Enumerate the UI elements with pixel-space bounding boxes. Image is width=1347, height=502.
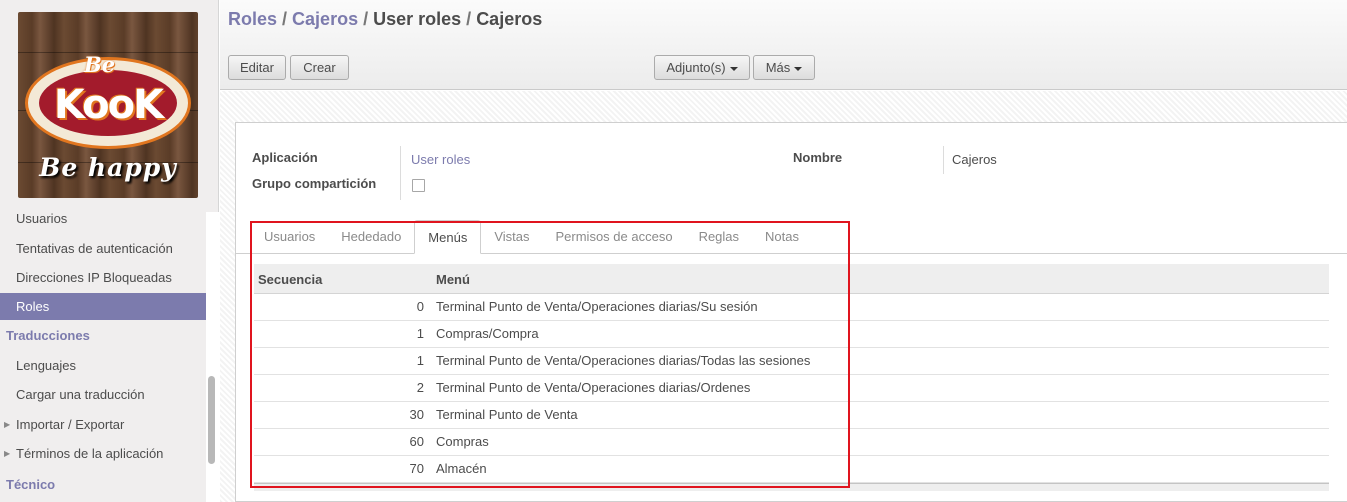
cell-sequence: 1 <box>416 326 424 341</box>
breadcrumb-separator: / <box>363 9 369 29</box>
caret-down-icon <box>729 66 738 71</box>
cell-sequence: 0 <box>416 299 424 314</box>
notebook-tabs: Usuarios Hededado Menús Vistas Permisos … <box>251 220 812 254</box>
sidebar-item-users[interactable]: Usuarios <box>0 204 206 234</box>
create-button[interactable]: Crear <box>290 55 349 80</box>
attachments-dropdown-button[interactable]: Adjunto(s) <box>654 55 750 80</box>
table-row[interactable]: 1 Terminal Punto de Venta/Operaciones di… <box>254 348 1329 375</box>
cell-sequence: 30 <box>409 407 424 422</box>
name-value: Cajeros <box>952 152 997 167</box>
main-content: Roles / Cajeros / User roles / Cajeros Editar … <box>220 0 1347 502</box>
table-row[interactable]: 2 Terminal Punto de Venta/Operaciones di… <box>254 375 1329 402</box>
table-row[interactable]: 30 Terminal Punto de Venta <box>254 402 1329 429</box>
cell-menu: Terminal Punto de Venta/Operaciones diar… <box>436 299 758 314</box>
sidebar-item-label: Términos de la aplicación <box>16 446 164 461</box>
expand-triangle-icon[interactable]: ▶ <box>4 410 10 440</box>
tab-views[interactable]: Vistas <box>481 220 542 254</box>
breadcrumb-cajeros[interactable]: Cajeros <box>292 9 358 29</box>
table-row[interactable]: 1 Compras/Compra <box>254 321 1329 348</box>
sidebar-section-translations: Traducciones <box>6 327 90 343</box>
tab-notes[interactable]: Notas <box>752 220 812 254</box>
more-dropdown-button[interactable]: Más <box>753 55 815 80</box>
menu-table-header: Secuencia Menú <box>254 264 1329 294</box>
cell-menu: Terminal Punto de Venta/Operaciones diar… <box>436 353 811 368</box>
table-row[interactable]: 0 Terminal Punto de Venta/Operaciones di… <box>254 294 1329 321</box>
cell-sequence: 70 <box>409 461 424 476</box>
shared-group-checkbox[interactable] <box>412 179 425 192</box>
expand-triangle-icon[interactable]: ▶ <box>4 439 10 469</box>
breadcrumb-separator: / <box>466 9 472 29</box>
table-row[interactable]: 70 Almacén <box>254 456 1329 483</box>
field-divider <box>400 146 401 174</box>
shared-group-label: Grupo compartición <box>252 176 377 191</box>
logo-text-happy: Be happy <box>39 153 177 182</box>
logo-text-kook: KooK <box>53 82 164 128</box>
sidebar-item-import-export[interactable]: ▶ Importar / Exportar <box>0 410 206 440</box>
sidebar-item-auth-attempts[interactable]: Tentativas de autenticación <box>0 234 206 264</box>
cell-sequence: 60 <box>409 434 424 449</box>
sidebar-scrollbar-thumb[interactable] <box>208 376 215 464</box>
company-logo[interactable]: Be KooK Be happy <box>18 12 198 198</box>
control-panel: Roles / Cajeros / User roles / Cajeros Editar … <box>220 0 1347 90</box>
tab-rules[interactable]: Reglas <box>686 220 752 254</box>
more-label: Más <box>765 60 791 75</box>
menu-table-footer <box>254 483 1329 491</box>
cell-sequence: 1 <box>416 353 424 368</box>
sidebar-item-languages[interactable]: Lenguajes <box>0 351 206 381</box>
sidebar-item-load-translation[interactable]: Cargar una traducción <box>0 380 206 410</box>
cell-menu: Terminal Punto de Venta/Operaciones diar… <box>436 380 751 395</box>
column-header-menu[interactable]: Menú <box>436 272 470 287</box>
field-divider <box>943 146 944 174</box>
breadcrumb-user-roles: User roles <box>373 9 462 29</box>
edit-button[interactable]: Editar <box>228 55 286 80</box>
sidebar-item-label: Importar / Exportar <box>16 416 125 432</box>
name-label: Nombre <box>793 150 843 165</box>
caret-down-icon <box>794 66 803 71</box>
attachments-label: Adjunto(s) <box>666 60 726 75</box>
sidebar-item-roles[interactable]: Roles <box>0 292 206 320</box>
tab-users[interactable]: Usuarios <box>251 220 328 254</box>
application-value-link[interactable]: User roles <box>411 152 470 167</box>
breadcrumb-roles[interactable]: Roles <box>228 9 277 29</box>
sidebar: Be KooK Be happy Usuarios Tentativas de … <box>0 0 219 502</box>
cell-menu: Compras <box>436 434 489 449</box>
breadcrumb-current: Cajeros <box>476 9 543 29</box>
cell-menu: Almacén <box>436 461 487 476</box>
tab-menus[interactable]: Menús <box>414 220 482 254</box>
cell-menu: Compras/Compra <box>436 326 539 341</box>
application-label: Aplicación <box>252 150 318 165</box>
breadcrumb-separator: / <box>282 9 288 29</box>
cell-menu: Terminal Punto de Venta <box>436 407 578 422</box>
field-divider <box>400 174 401 200</box>
sidebar-section-technical: Técnico <box>6 476 56 492</box>
breadcrumb: Roles / Cajeros / User roles / Cajeros <box>228 9 542 30</box>
logo-text-be: Be <box>84 52 116 77</box>
tab-inherited[interactable]: Hededado <box>328 220 414 254</box>
sidebar-item-blocked-ips[interactable]: Direcciones IP Bloqueadas <box>0 263 206 293</box>
column-header-sequence[interactable]: Secuencia <box>258 272 322 287</box>
cell-sequence: 2 <box>416 380 424 395</box>
table-row[interactable]: 60 Compras <box>254 429 1329 456</box>
sidebar-menu: Usuarios Tentativas de autenticación Dir… <box>0 204 206 500</box>
tab-access-rights[interactable]: Permisos de acceso <box>543 220 686 254</box>
sidebar-item-app-terms[interactable]: ▶ Términos de la aplicación <box>0 439 206 469</box>
